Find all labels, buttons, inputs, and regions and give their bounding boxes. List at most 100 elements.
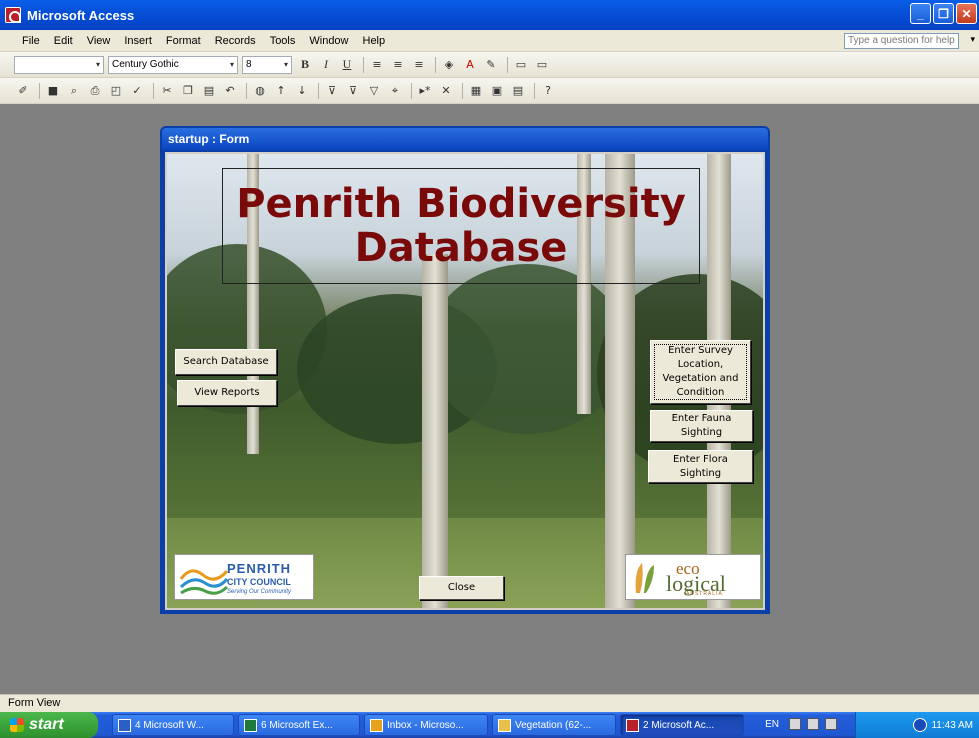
spelling-icon[interactable]: ✓ <box>128 82 146 100</box>
outlook-icon <box>370 718 383 732</box>
startup-form-window: startup : Form Penrith Biodiversity Data… <box>160 126 770 614</box>
copy-icon[interactable]: ❐ <box>179 82 197 100</box>
taskbar-outlook[interactable]: Inbox - Microso... <box>364 714 488 736</box>
find-icon[interactable]: ⌖ <box>386 82 404 100</box>
paste-icon[interactable]: ▤ <box>200 82 218 100</box>
view-reports-button[interactable]: View Reports <box>177 380 277 406</box>
filter-by-selection-icon[interactable]: ⊽ <box>323 82 341 100</box>
search-icon[interactable]: ⌕ <box>65 82 83 100</box>
formatting-toolbar: ▾ Century Gothic ▾ 8 ▾ B I U ≡ ≡ ≡ ◈ A ✎ ▭… <box>0 52 979 78</box>
excel-icon <box>244 718 257 732</box>
standard-toolbar: ✐ ■ ⌕ ⎙ ◰ ✓ ✂ ❐ ▤ ↶ ◍ ↑ ↓ ⊽ ⊽ ▽ ⌖ ▸* ✕ ▦… <box>0 78 979 104</box>
access-app-icon[interactable] <box>5 7 21 23</box>
menu-edit[interactable]: Edit <box>54 35 73 47</box>
taskbar-word[interactable]: 4 Microsoft W... <box>112 714 234 736</box>
menu-view[interactable]: View <box>87 35 111 47</box>
menu-format[interactable]: Format <box>166 35 201 47</box>
enter-flora-button[interactable]: Enter Flora Sighting <box>648 450 753 483</box>
menu-help[interactable]: Help <box>363 35 386 47</box>
taskbar-folder[interactable]: Vegetation (62-... <box>492 714 616 736</box>
volume-icon[interactable] <box>913 718 928 732</box>
object-combo[interactable]: ▾ <box>14 55 104 74</box>
new-record-icon[interactable]: ▸* <box>416 82 434 100</box>
underline-button[interactable]: U <box>338 56 356 74</box>
menu-insert[interactable]: Insert <box>124 35 152 47</box>
border-icon[interactable]: ▭ <box>512 56 530 74</box>
toolbar-separator <box>462 82 463 99</box>
sort-ascending-icon[interactable]: ↑ <box>272 82 290 100</box>
undo-icon[interactable]: ↶ <box>221 82 239 100</box>
print-icon[interactable]: ⎙ <box>86 82 104 100</box>
align-left-icon[interactable]: ≡ <box>368 56 386 74</box>
italic-button[interactable]: I <box>317 56 335 74</box>
restore-button[interactable]: ❐ <box>933 3 954 24</box>
font-name-value: Century Gothic <box>112 59 179 70</box>
bold-button[interactable]: B <box>296 56 314 74</box>
toolbar-separator <box>435 56 436 73</box>
window-controls: _ ❐ ✕ <box>910 3 977 24</box>
menu-file[interactable]: File <box>22 35 40 47</box>
close-window-button[interactable]: ✕ <box>956 3 977 24</box>
filter-by-form-icon[interactable]: ⊽ <box>344 82 362 100</box>
council-wave-icon <box>179 569 229 595</box>
special-effect-icon[interactable]: ▭ <box>533 56 551 74</box>
properties-icon[interactable]: ▦ <box>467 82 485 100</box>
help-search-input[interactable]: Type a question for help <box>844 33 959 49</box>
tray-app-icon[interactable] <box>825 718 837 730</box>
toolbar-separator <box>153 82 154 99</box>
database-window-icon[interactable]: ▣ <box>488 82 506 100</box>
menu-bar: File Edit View Insert Format Records Too… <box>0 30 979 52</box>
font-size-combo[interactable]: 8 ▾ <box>242 55 292 74</box>
delete-record-icon[interactable]: ✕ <box>437 82 455 100</box>
new-object-icon[interactable]: ▤ <box>509 82 527 100</box>
enter-survey-button[interactable]: Enter Survey Location, Vegetation and Co… <box>650 340 751 404</box>
hyperlink-icon[interactable]: ◍ <box>251 82 269 100</box>
menu-records[interactable]: Records <box>215 35 256 47</box>
search-database-button[interactable]: Search Database <box>175 349 277 375</box>
penrith-council-logo: PENRITH CITY COUNCIL Serving Our Communi… <box>174 554 314 600</box>
chevron-down-icon: ▾ <box>95 60 100 69</box>
align-center-icon[interactable]: ≡ <box>389 56 407 74</box>
sort-descending-icon[interactable]: ↓ <box>293 82 311 100</box>
taskbar-excel[interactable]: 6 Microsoft Ex... <box>238 714 360 736</box>
taskbar-access[interactable]: 2 Microsoft Ac... <box>620 714 744 736</box>
clock[interactable]: 11:43 AM <box>931 720 973 731</box>
app-titlebar: Microsoft Access _ ❐ ✕ <box>0 0 979 30</box>
tray-app-icon[interactable] <box>789 718 801 730</box>
penrith-logo-name: PENRITH <box>227 561 292 576</box>
line-color-icon[interactable]: ✎ <box>482 56 500 74</box>
toolbar-separator <box>246 82 247 99</box>
font-color-icon[interactable]: A <box>461 56 479 74</box>
design-view-icon[interactable]: ✐ <box>14 82 32 100</box>
tray-app-icon[interactable] <box>807 718 819 730</box>
cut-icon[interactable]: ✂ <box>158 82 176 100</box>
start-label: start <box>29 716 64 733</box>
close-form-button[interactable]: Close <box>419 576 504 600</box>
foliage-shape <box>427 264 627 434</box>
apply-filter-icon[interactable]: ▽ <box>365 82 383 100</box>
help-dropdown-icon[interactable]: ▾ <box>970 34 975 45</box>
form-heading-line2: Database <box>354 225 568 271</box>
print-preview-icon[interactable]: ◰ <box>107 82 125 100</box>
system-tray: 11:43 AM <box>855 712 979 738</box>
form-title[interactable]: startup : Form <box>162 128 768 150</box>
menu-tools[interactable]: Tools <box>270 35 296 47</box>
tree-trunk <box>422 254 448 608</box>
font-size-value: 8 <box>246 59 252 70</box>
access-icon <box>626 718 639 732</box>
form-background-photo: Penrith Biodiversity Database Search Dat… <box>165 152 765 610</box>
save-icon[interactable]: ■ <box>44 82 62 100</box>
task-label: Inbox - Microso... <box>387 719 464 731</box>
menu-window[interactable]: Window <box>309 35 348 47</box>
help-icon[interactable]: ? <box>539 82 557 100</box>
word-icon <box>118 718 131 732</box>
minimize-button[interactable]: _ <box>910 3 931 24</box>
windows-flag-icon <box>10 718 24 732</box>
fill-color-icon[interactable]: ◈ <box>440 56 458 74</box>
align-right-icon[interactable]: ≡ <box>410 56 428 74</box>
form-heading-line1: Penrith Biodiversity <box>236 181 686 227</box>
enter-fauna-button[interactable]: Enter Fauna Sighting <box>650 410 753 442</box>
font-name-combo[interactable]: Century Gothic ▾ <box>108 55 238 74</box>
start-button[interactable]: start <box>0 712 98 738</box>
language-indicator[interactable]: EN <box>765 719 779 730</box>
